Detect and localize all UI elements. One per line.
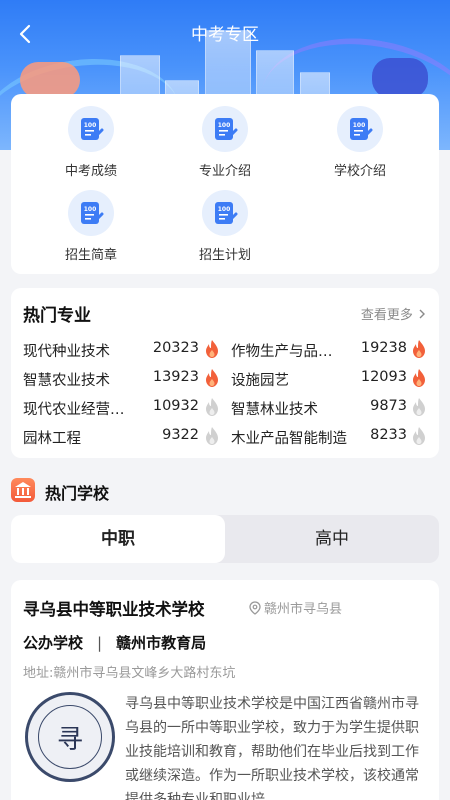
menu-label: 招生简章 [64,248,117,263]
major-count: 13923 [152,369,199,385]
menu-label: 学校介绍 [333,164,386,179]
menu-item-scores[interactable]: 100 中考成绩 [36,106,146,179]
major-name: 智慧农业技术 [23,373,110,389]
major-item[interactable]: 现代种业技术 20323 [23,338,223,360]
score-doc-icon: 100 [68,106,114,152]
banner-figure [20,62,80,98]
school-type-tabs: 中职 高中 [11,515,439,563]
school-address: 地址:赣州市寻乌县文峰乡大路村东坑 [23,666,236,681]
svg-text:100: 100 [84,122,97,129]
major-row: 现代农业经营… 10932 智慧林业技术 9873 [11,396,439,418]
view-more-link[interactable]: 查看更多 [361,304,427,323]
hot-flame-icon [413,369,425,387]
hot-flame-icon [206,340,218,358]
major-count: 19238 [360,340,407,356]
banner-figure [372,58,428,98]
school-doc-icon: 100 [337,106,383,152]
major-item[interactable]: 现代农业经营… 10932 [23,396,223,418]
school-card[interactable]: 寻乌县中等职业技术学校 赣州市寻乌县 公办学校 | 赣州市教育局 地址:赣州市寻乌县… [11,580,439,800]
view-more-label: 查看更多 [360,308,413,323]
location-text: 赣州市寻乌县 [264,602,343,617]
svg-text:100: 100 [84,206,97,213]
menu-label: 招生计划 [198,248,251,263]
hot-flame-icon [206,369,218,387]
major-item[interactable]: 园林工程 9322 [23,425,223,447]
major-row: 智慧农业技术 13923 设施园艺 12093 [11,367,439,389]
major-name: 现代农业经营… [23,402,125,418]
flame-icon [413,398,425,416]
feature-menu: 100 中考成绩 100 专业介绍 100 学校介绍 100 招生简章 100 … [11,94,439,274]
page-title: 中考专区 [191,25,259,45]
school-name: 寻乌县中等职业技术学校 [23,600,205,619]
menu-label: 专业介绍 [198,164,251,179]
major-row: 园林工程 9322 木业产品智能制造 8233 [11,425,439,447]
menu-item-plan[interactable]: 100 招生计划 [170,190,280,263]
tab-vocational[interactable]: 中职 [11,515,225,563]
major-name: 作物生产与品… [231,344,333,360]
svg-text:100: 100 [218,206,231,213]
school-type: 公办学校 [23,634,84,652]
flame-icon [206,427,218,445]
major-count: 8233 [370,427,407,443]
school-building-icon [11,478,35,502]
major-name: 现代种业技术 [23,344,110,360]
major-count: 9873 [370,398,407,414]
major-count: 9322 [162,427,199,443]
major-name: 设施园艺 [231,373,289,389]
major-count: 12093 [360,369,407,385]
school-description: 寻乌县中等职业技术学校是中国江西省赣州市寻乌县的一所中等职业学校，致力于为学生提… [125,696,419,800]
menu-item-brochure[interactable]: 100 招生简章 [36,190,146,263]
school-location: 赣州市寻乌县 [249,598,342,617]
chevron-right-icon [419,309,425,319]
flame-icon [206,398,218,416]
major-name: 园林工程 [23,431,81,447]
menu-label: 中考成绩 [64,164,117,179]
hot-majors-card: 热门专业 查看更多 现代种业技术 20323 作物生产与品… 19238 智慧农… [11,288,439,458]
school-tags: 公办学校 | 赣州市教育局 [23,632,206,653]
major-item[interactable]: 木业产品智能制造 8233 [231,425,431,447]
menu-item-majors[interactable]: 100 专业介绍 [170,106,280,179]
flame-icon [413,427,425,445]
tag-separator: | [97,634,103,652]
major-item[interactable]: 智慧农业技术 13923 [23,367,223,389]
hot-flame-icon [413,340,425,358]
major-item[interactable]: 设施园艺 12093 [231,367,431,389]
school-logo: 寻 [25,692,115,782]
major-count: 20323 [152,340,199,356]
major-name: 智慧林业技术 [231,402,318,418]
location-pin-icon [249,601,261,615]
hot-schools-title: 热门学校 [45,484,110,503]
school-logo-emblem: 寻 [38,705,102,769]
tab-high-school[interactable]: 高中 [225,515,439,563]
school-authority: 赣州市教育局 [116,634,207,652]
major-item[interactable]: 智慧林业技术 9873 [231,396,431,418]
svg-text:100: 100 [353,122,366,129]
major-row: 现代种业技术 20323 作物生产与品… 19238 [11,338,439,360]
menu-item-schools[interactable]: 100 学校介绍 [305,106,415,179]
brochure-doc-icon: 100 [68,190,114,236]
major-item[interactable]: 作物生产与品… 19238 [231,338,431,360]
major-doc-icon: 100 [202,106,248,152]
major-name: 木业产品智能制造 [231,431,347,447]
major-count: 10932 [152,398,199,414]
plan-doc-icon: 100 [202,190,248,236]
hot-majors-title: 热门专业 [23,306,91,326]
svg-text:100: 100 [218,122,231,129]
